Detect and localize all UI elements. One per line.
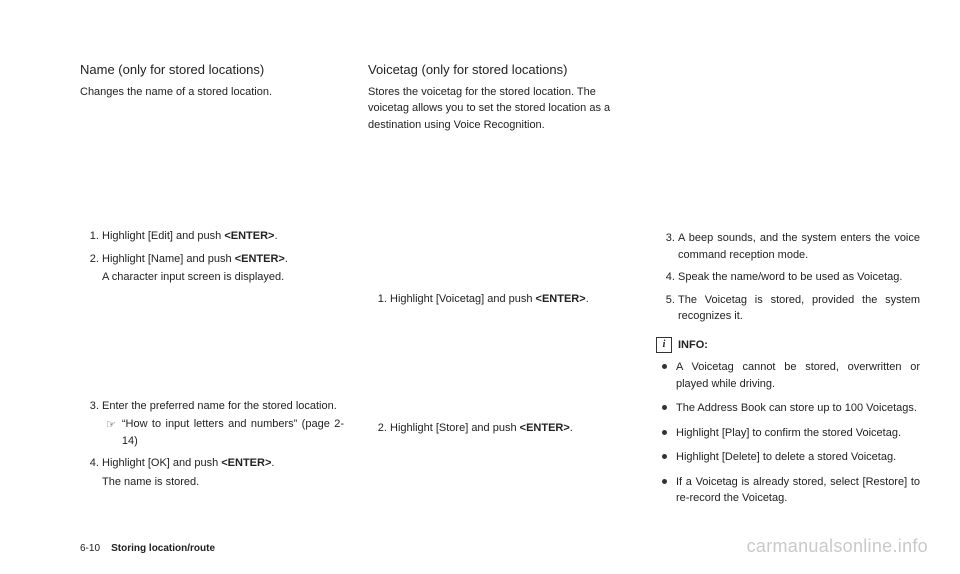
- column-left: Name (only for stored locations) Changes…: [80, 60, 344, 515]
- column-right: A beep sounds, and the system enters the…: [656, 60, 920, 515]
- reference-text: “How to input letters and numbers” (page…: [122, 416, 344, 449]
- steps-list-voicetag-a: Highlight [Voicetag] and push <ENTER>.: [368, 291, 632, 308]
- info-label: INFO:: [678, 337, 708, 354]
- steps-list-name-a: Highlight [Edit] and push <ENTER>. Highl…: [80, 228, 344, 286]
- gap: [80, 118, 344, 228]
- section-title-voicetag: Voicetag (only for stored locations): [368, 60, 632, 80]
- steps-list-name-b: Enter the preferred name for the stored …: [80, 398, 344, 491]
- bullet-1: A Voicetag cannot be stored, overwritten…: [662, 359, 920, 392]
- step-5: The Voicetag is stored, provided the sys…: [678, 292, 920, 325]
- step-3: A beep sounds, and the system enters the…: [678, 230, 920, 263]
- cross-reference: ☞ “How to input letters and numbers” (pa…: [106, 416, 344, 449]
- gap: [368, 320, 632, 420]
- column-middle: Voicetag (only for stored locations) Sto…: [368, 60, 632, 515]
- reference-icon: ☞: [106, 417, 116, 434]
- section-body-voicetag: Stores the voicetag for the stored locat…: [368, 84, 632, 134]
- section-title-name: Name (only for stored locations): [80, 60, 344, 80]
- step-4: Speak the name/word to be used as Voicet…: [678, 269, 920, 286]
- steps-list-voicetag-c: A beep sounds, and the system enters the…: [656, 230, 920, 325]
- steps-list-voicetag-b: Highlight [Store] and push <ENTER>.: [368, 420, 632, 437]
- step-2: Highlight [Name] and push <ENTER>. A cha…: [102, 251, 344, 286]
- step-4-sub: The name is stored.: [102, 474, 344, 491]
- step-2: Highlight [Store] and push <ENTER>.: [390, 420, 632, 437]
- step-1: Highlight [Edit] and push <ENTER>.: [102, 228, 344, 245]
- bullet-3: Highlight [Play] to confirm the stored V…: [662, 425, 920, 442]
- page-footer: 6-10 Storing location/route: [80, 541, 215, 556]
- watermark: carmanualsonline.info: [747, 533, 928, 560]
- step-2-sub: A character input screen is displayed.: [102, 269, 344, 286]
- step-1: Highlight [Voicetag] and push <ENTER>.: [390, 291, 632, 308]
- section-body-name: Changes the name of a stored location.: [80, 84, 344, 101]
- section-name: Storing location/route: [111, 543, 215, 554]
- step-4: Highlight [OK] and push <ENTER>. The nam…: [102, 455, 344, 490]
- gap: [656, 60, 920, 230]
- bullet-4: Highlight [Delete] to delete a stored Vo…: [662, 449, 920, 466]
- info-icon: i: [656, 337, 672, 353]
- gap: [368, 151, 632, 291]
- bullet-5: If a Voicetag is already stored, select …: [662, 474, 920, 507]
- info-heading: i INFO:: [656, 337, 920, 354]
- bullet-2: The Address Book can store up to 100 Voi…: [662, 400, 920, 417]
- step-3: Enter the preferred name for the stored …: [102, 398, 344, 450]
- info-bullet-list: A Voicetag cannot be stored, overwritten…: [656, 359, 920, 507]
- page-number: 6-10: [80, 543, 100, 554]
- gap: [80, 298, 344, 398]
- manual-page: Name (only for stored locations) Changes…: [0, 0, 960, 535]
